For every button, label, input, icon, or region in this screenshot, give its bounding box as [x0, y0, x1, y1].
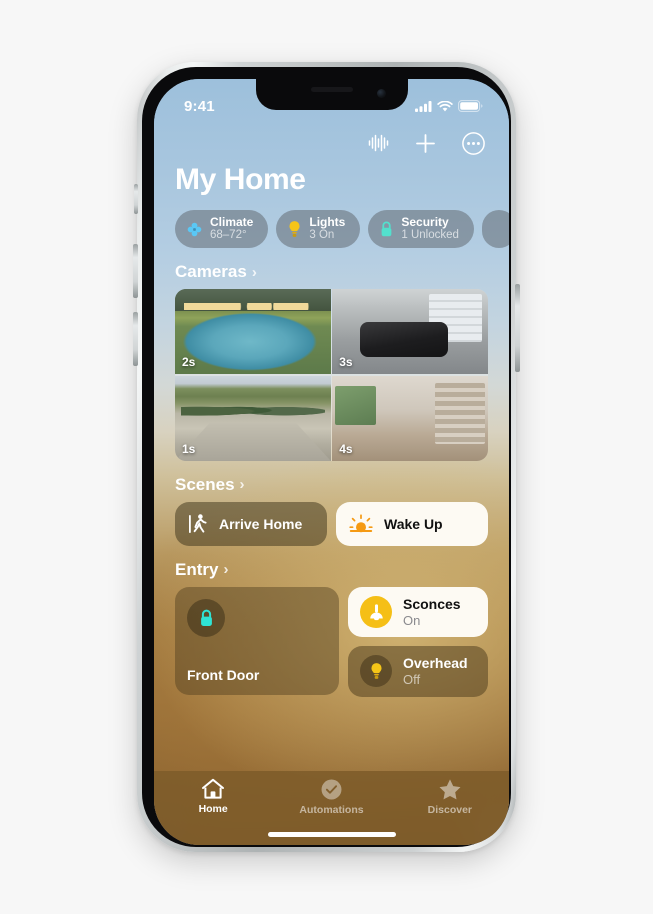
- accessory-state: On: [403, 612, 421, 628]
- scene-label: Arrive Home: [219, 515, 303, 532]
- accessory-label: Overhead: [403, 655, 468, 672]
- camera-tile-street[interactable]: 1s: [175, 375, 331, 461]
- status-chip-climate[interactable]: Climate 68–72°: [175, 210, 269, 249]
- device-notch: [255, 79, 408, 110]
- scene-wake-up[interactable]: Wake Up: [336, 501, 488, 546]
- section-header-cameras[interactable]: Cameras ›: [154, 248, 509, 289]
- camera-timestamp: 3s: [339, 355, 353, 370]
- camera-timestamp: 2s: [182, 355, 196, 370]
- sunrise-icon: [349, 514, 373, 533]
- front-camera-icon: [376, 89, 386, 98]
- cellular-signal-icon: [415, 100, 432, 112]
- entry-row: Front Door Sconces On Overhead Off: [154, 586, 509, 697]
- clock-check-icon: [321, 779, 342, 800]
- lock-icon: [381, 221, 392, 237]
- status-chip-lights[interactable]: Lights 3 On: [276, 210, 361, 249]
- home-indicator[interactable]: [267, 832, 396, 837]
- phone-screen: 9:41 My Home Climate 68–72° Lights 3 On …: [154, 79, 509, 845]
- volume-up-button[interactable]: [133, 244, 138, 298]
- walking-person-icon: [189, 514, 207, 533]
- status-bar-time: 9:41: [184, 97, 215, 115]
- house-icon: [202, 778, 225, 799]
- tab-bar: Home Automations Discover: [154, 771, 509, 845]
- camera-tile-garage[interactable]: 3s: [332, 289, 488, 375]
- camera-tile-pool[interactable]: 2s: [175, 289, 331, 375]
- accessory-state: Off: [403, 672, 421, 687]
- chip-subtitle: 1 Unlocked: [401, 229, 459, 242]
- battery-icon: [458, 100, 483, 112]
- accessory-label: Sconces: [403, 595, 461, 612]
- chip-subtitle: 68–72°: [210, 229, 247, 242]
- chevron-right-icon: ›: [223, 561, 229, 579]
- scene-arrive-home[interactable]: Arrive Home: [175, 501, 327, 546]
- add-icon[interactable]: [415, 133, 436, 154]
- home-app-content: My Home Climate 68–72° Lights 3 On Secur…: [154, 123, 509, 845]
- mute-switch[interactable]: [134, 184, 138, 214]
- camera-timestamp: 4s: [339, 441, 353, 456]
- tab-label: Home: [198, 803, 228, 815]
- status-chip-overflow[interactable]: [481, 210, 509, 249]
- power-button[interactable]: [515, 284, 520, 372]
- accessory-card-sconces[interactable]: Sconces On: [348, 586, 488, 638]
- section-header-scenes[interactable]: Scenes ›: [154, 461, 509, 502]
- accessory-tile-front-door[interactable]: Front Door: [175, 586, 339, 695]
- lock-icon-background: [187, 598, 225, 637]
- chevron-right-icon: ›: [251, 263, 257, 281]
- camera-timestamp: 1s: [182, 441, 196, 456]
- tab-home[interactable]: Home: [155, 778, 272, 815]
- phone-device: 9:41 My Home Climate 68–72° Lights 3 On …: [133, 62, 520, 852]
- tab-discover[interactable]: Discover: [391, 778, 508, 816]
- section-label: Cameras: [175, 262, 247, 282]
- status-bar-icons: [415, 100, 483, 112]
- accessory-card-overhead[interactable]: Overhead Off: [348, 646, 488, 697]
- chevron-right-icon: ›: [239, 476, 245, 494]
- camera-tile-living-room[interactable]: 4s: [332, 375, 488, 461]
- fan-icon: [187, 222, 202, 236]
- chip-title: Security: [401, 215, 449, 229]
- chip-title: Lights: [309, 215, 346, 229]
- chip-title: Climate: [210, 215, 254, 229]
- status-chip-security[interactable]: Security 1 Unlocked: [368, 210, 474, 249]
- phone-bezel: 9:41 My Home Climate 68–72° Lights 3 On …: [142, 67, 511, 847]
- scene-label: Wake Up: [384, 515, 443, 532]
- earpiece-speaker-icon: [310, 87, 353, 92]
- entry-accessories-column: Sconces On Overhead Off: [348, 586, 488, 697]
- bulb-icon: [289, 221, 300, 238]
- bulb-icon-background: [360, 655, 392, 688]
- tab-automations[interactable]: Automations: [273, 778, 390, 816]
- tab-label: Discover: [427, 804, 472, 816]
- lock-icon: [200, 609, 212, 626]
- star-icon: [439, 779, 461, 800]
- section-label: Entry: [175, 559, 219, 579]
- header-action-bar: [154, 123, 509, 157]
- cameras-grid: 2s 3s 1s 4s: [175, 289, 488, 461]
- scenes-row: Arrive Home Wake Up: [154, 501, 509, 546]
- accessory-label: Front Door: [187, 666, 260, 683]
- status-chips-row: Climate 68–72° Lights 3 On Security 1 Un…: [154, 197, 509, 249]
- more-options-icon[interactable]: [462, 131, 485, 155]
- wifi-icon: [437, 100, 453, 111]
- section-header-entry[interactable]: Entry ›: [154, 546, 509, 587]
- section-label: Scenes: [175, 474, 235, 494]
- page-title: My Home: [175, 163, 306, 196]
- bulb-icon: [370, 663, 382, 680]
- sconce-lamp-icon: [369, 603, 383, 620]
- audio-waveform-icon[interactable]: [368, 134, 389, 152]
- tab-label: Automations: [299, 804, 364, 816]
- chip-subtitle: 3 On: [309, 229, 335, 242]
- volume-down-button[interactable]: [133, 312, 138, 366]
- sconce-lamp-icon-background: [360, 596, 392, 628]
